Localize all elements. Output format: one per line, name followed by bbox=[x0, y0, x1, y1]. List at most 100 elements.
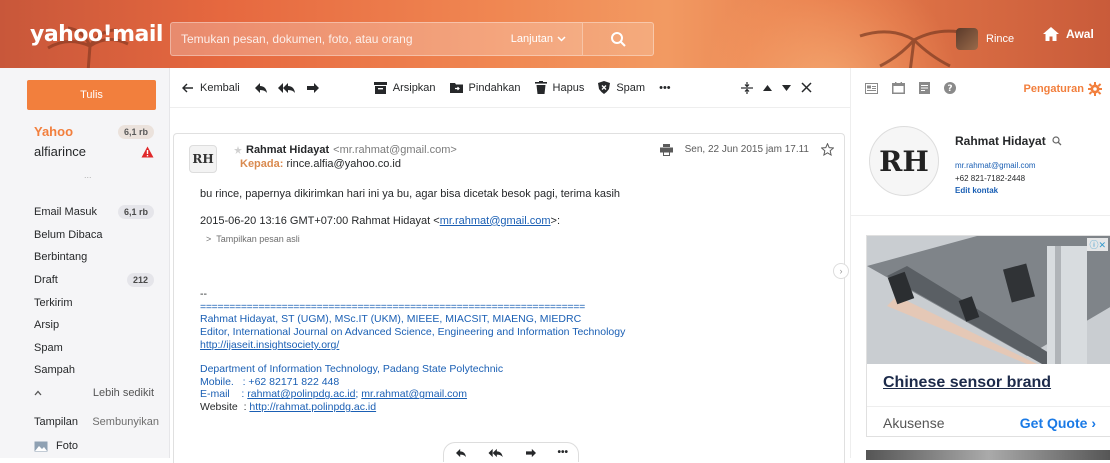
forward-icon[interactable] bbox=[524, 448, 538, 458]
email-link-1[interactable]: rahmat@polinpdg.ac.id bbox=[247, 388, 355, 400]
more-accounts-dots[interactable]: ... bbox=[84, 170, 92, 180]
folder-label: Terkirim bbox=[34, 296, 73, 309]
ad-image[interactable] bbox=[867, 236, 1110, 364]
show-less-button[interactable]: Lebih sedikit bbox=[34, 382, 154, 405]
sender-avatar[interactable]: RH bbox=[189, 145, 217, 173]
gear-icon bbox=[1088, 82, 1102, 96]
advanced-search-label: Lanjutan bbox=[510, 33, 553, 45]
contacts-icon[interactable] bbox=[865, 82, 878, 94]
next-message-button[interactable] bbox=[781, 84, 791, 91]
previous-message-button[interactable] bbox=[762, 84, 772, 91]
folder-inbox[interactable]: Email Masuk 6,1 rb bbox=[34, 201, 154, 224]
edit-contact-link[interactable]: Edit kontak bbox=[955, 186, 998, 195]
chevron-right-icon: > bbox=[206, 233, 217, 244]
reply-icon[interactable] bbox=[454, 448, 468, 458]
user-menu[interactable]: Rince bbox=[956, 28, 1014, 50]
journal-link[interactable]: http://ijaseit.insightsociety.org/ bbox=[200, 339, 339, 351]
star-icon[interactable] bbox=[821, 143, 834, 156]
folder-count-badge: 6,1 rb bbox=[117, 205, 154, 220]
chevron-down-icon bbox=[557, 36, 566, 42]
forward-button[interactable] bbox=[306, 82, 320, 94]
delete-button[interactable]: Hapus bbox=[534, 81, 584, 94]
search-button[interactable] bbox=[582, 22, 654, 56]
show-less-label: Lebih sedikit bbox=[92, 387, 154, 400]
folder-unread[interactable]: Belum Dibaca bbox=[34, 224, 154, 247]
account-alfiarince[interactable]: alfiarince bbox=[34, 144, 154, 159]
chevron-up-icon bbox=[34, 390, 42, 396]
signature-dash: -- bbox=[200, 287, 207, 300]
signature-email-line: E-mail : rahmat@polinpdg.ac.id; mr.rahma… bbox=[200, 388, 840, 401]
show-original-button[interactable]: > Tampilkan pesan asli bbox=[206, 234, 840, 245]
quote-email-link[interactable]: mr.rahmat@gmail.com bbox=[440, 215, 551, 227]
search-input[interactable] bbox=[181, 32, 511, 46]
yahoo-mail-logo[interactable]: yahoo!mail bbox=[30, 22, 163, 47]
folder-spam[interactable]: Spam bbox=[34, 337, 154, 360]
collapse-toggle[interactable] bbox=[740, 81, 753, 94]
folder-label: Sampah bbox=[34, 364, 75, 377]
reply-all-icon bbox=[277, 82, 295, 93]
more-actions-label: ••• bbox=[659, 81, 671, 94]
collapse-icon bbox=[740, 81, 753, 94]
folder-sent[interactable]: Terkirim bbox=[34, 291, 154, 314]
folder-trash[interactable]: Sampah bbox=[34, 359, 154, 382]
search-contact-icon[interactable] bbox=[1052, 136, 1062, 146]
move-folder-icon bbox=[449, 83, 463, 93]
signature-mobile: Mobile. : +62 82171 822 448 bbox=[200, 375, 340, 388]
email-link-2[interactable]: mr.rahmat@gmail.com bbox=[361, 388, 467, 400]
ad-headline[interactable]: Chinese sensor brand bbox=[883, 374, 1051, 392]
reply-all-button[interactable] bbox=[277, 82, 296, 94]
forward-icon bbox=[306, 82, 319, 93]
hide-views-button[interactable]: Sembunyikan bbox=[92, 416, 159, 428]
star-small-icon[interactable] bbox=[234, 146, 242, 154]
spam-button[interactable]: Spam bbox=[598, 81, 645, 94]
folder-drafts[interactable]: Draft 212 bbox=[34, 269, 154, 292]
shield-icon bbox=[598, 81, 611, 94]
move-button[interactable]: Pindahkan bbox=[449, 82, 521, 94]
message-toolbar: Kembali Arsipkan Pindahkan Hapus Spam ••… bbox=[170, 68, 850, 108]
contact-card: RH Rahmat Hidayat mr.rahmat@gmail.com +6… bbox=[851, 116, 1110, 216]
folder-archive[interactable]: Arsip bbox=[34, 314, 154, 337]
contact-name-row: Rahmat Hidayat bbox=[955, 134, 1062, 148]
message-body: bu rince, papernya dikirimkan hari ini y… bbox=[200, 188, 840, 414]
help-icon[interactable]: ? bbox=[944, 82, 956, 94]
ad-brand: Akusense bbox=[883, 414, 945, 431]
right-panel: ? Pengaturan RH Rahmat Hidayat mr.rahmat… bbox=[850, 68, 1110, 460]
expand-panel-button[interactable]: › bbox=[833, 263, 849, 279]
search-bar: Lanjutan bbox=[170, 22, 654, 56]
second-ad-preview[interactable] bbox=[866, 450, 1110, 460]
more-icon[interactable]: ••• bbox=[558, 447, 569, 458]
ad-choices-icon[interactable]: ⓘ✕ bbox=[1087, 238, 1108, 251]
ad-cta-button[interactable]: Get Quote › bbox=[1020, 415, 1096, 431]
contact-email[interactable]: mr.rahmat@gmail.com bbox=[955, 161, 1036, 170]
more-actions-button[interactable]: ••• bbox=[659, 82, 671, 94]
compose-button[interactable]: Tulis bbox=[27, 80, 156, 110]
ad-unit[interactable]: ⓘ✕ Chinese sensor brand Akusense Get Quo… bbox=[866, 235, 1110, 437]
signature-editor: Editor, International Journal on Advance… bbox=[200, 326, 626, 339]
signature-name: Rahmat Hidayat, ST (UGM), MSc.IT (UKM), … bbox=[200, 313, 582, 326]
print-icon[interactable] bbox=[659, 143, 673, 156]
photo-label: Foto bbox=[56, 440, 79, 452]
archive-button[interactable]: Arsipkan bbox=[373, 81, 436, 94]
account-yahoo[interactable]: Yahoo 6,1 rb bbox=[34, 124, 154, 139]
reply-all-icon[interactable] bbox=[488, 448, 504, 458]
home-button[interactable]: Awal bbox=[1042, 26, 1094, 42]
website-link[interactable]: http://rahmat.polinpdg.ac.id bbox=[249, 401, 376, 413]
close-message-button[interactable] bbox=[801, 82, 812, 93]
user-avatar bbox=[956, 28, 978, 50]
calendar-icon[interactable] bbox=[892, 82, 905, 94]
quote-header-text: 2015-06-20 13:16 GMT+07:00 Rahmat Hidaya… bbox=[200, 214, 440, 227]
back-button[interactable]: Kembali bbox=[182, 82, 240, 94]
signature: -- =====================================… bbox=[200, 288, 840, 414]
advanced-search-button[interactable]: Lanjutan bbox=[511, 33, 566, 45]
folder-starred[interactable]: Berbintang bbox=[34, 246, 154, 269]
recipient-line: Kepada: rince.alfia@yahoo.co.id bbox=[240, 158, 401, 170]
home-label: Awal bbox=[1066, 27, 1094, 41]
show-original-label: Tampilkan pesan asli bbox=[216, 233, 300, 244]
view-photos[interactable]: Foto bbox=[34, 440, 78, 452]
contact-avatar[interactable]: RH bbox=[869, 126, 939, 196]
sender-name[interactable]: Rahmat Hidayat bbox=[246, 144, 329, 156]
settings-button[interactable]: Pengaturan bbox=[1023, 82, 1102, 96]
reply-button[interactable] bbox=[254, 82, 268, 94]
website-label: Website : bbox=[200, 401, 250, 414]
notepad-icon[interactable] bbox=[919, 82, 930, 94]
